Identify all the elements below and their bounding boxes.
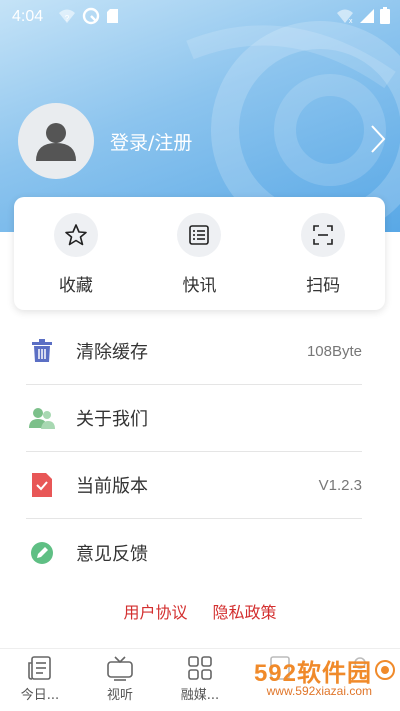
list-icon (189, 225, 210, 245)
status-icons-right: x (336, 7, 390, 24)
menu-item-feedback[interactable]: 意见反馈 (26, 519, 362, 586)
status-bar: 4:04 ? x (0, 0, 400, 34)
tab-label-today: 今日... (20, 688, 60, 703)
menu-label-clear-cache: 清除缓存 (76, 342, 148, 363)
watermark-url: www.592xiazai.com (266, 684, 372, 698)
chevron-right-icon[interactable] (370, 124, 386, 154)
menu-icon-wrap (26, 473, 58, 497)
wifi-off-icon: x (337, 9, 353, 24)
trash-icon (32, 339, 52, 362)
quick-action-favorites[interactable]: 收藏 (31, 213, 121, 296)
version-value: V1.2.3 (318, 476, 362, 494)
battery-icon (380, 7, 390, 24)
vpn-icon (82, 7, 100, 25)
avatar[interactable] (18, 103, 94, 179)
tab-audio-video[interactable]: 视听 (80, 649, 160, 711)
news-flash-label: 快讯 (182, 276, 217, 296)
signal-icon (360, 8, 374, 23)
scan-label: 扫码 (306, 276, 341, 296)
menu-item-current-version[interactable]: 当前版本 V1.2.3 (26, 452, 362, 519)
watermark-brand: 592软件园 (253, 660, 372, 687)
menu-label-feedback: 意见反馈 (76, 543, 148, 565)
watermark: 592软件园 www.592xiazai.com (226, 649, 396, 707)
menu-item-about-us[interactable]: 关于我们 (26, 385, 362, 452)
menu-icon-wrap (26, 541, 58, 564)
cache-size-value: 108Byte (306, 342, 362, 360)
tab-label-audio-video: 视听 (106, 688, 133, 703)
svg-text:?: ? (65, 14, 70, 23)
quick-action-scan[interactable]: 扫码 (278, 213, 368, 296)
favorites-icon-circle (53, 213, 98, 257)
star-icon (65, 224, 87, 246)
users-icon (29, 408, 55, 429)
grid-icon (188, 656, 212, 680)
tv-icon (107, 656, 133, 681)
quick-action-news-flash[interactable]: 快讯 (154, 213, 244, 296)
tab-label-media: 融媒... (180, 688, 220, 703)
document-check-icon (32, 473, 52, 497)
scan-icon-circle (301, 213, 346, 257)
login-register-link[interactable]: 登录/注册 (110, 128, 388, 155)
scan-icon (313, 225, 333, 245)
pencil-icon (31, 541, 53, 564)
svg-text:x: x (349, 18, 353, 24)
user-placeholder-icon (36, 123, 76, 161)
menu-label-current-version: 当前版本 (76, 476, 148, 497)
settings-menu: 清除缓存 108Byte 关于我们 当前版本 V1.2.3 意见反馈 (26, 318, 362, 586)
status-icons-left: ? (58, 7, 119, 25)
sd-card-icon (107, 9, 118, 23)
privacy-policy-link[interactable]: 隐私政策 (213, 603, 277, 622)
menu-icon-wrap (26, 339, 58, 363)
menu-item-clear-cache[interactable]: 清除缓存 108Byte (26, 318, 362, 385)
newspaper-icon (28, 656, 51, 680)
favorites-label: 收藏 (58, 276, 93, 296)
news-flash-icon-circle (177, 213, 222, 257)
watermark-logo-icon (375, 660, 395, 680)
profile-header[interactable]: 登录/注册 (18, 102, 388, 180)
policy-links: 用户协议 隐私政策 (0, 599, 400, 623)
menu-label-about-us: 关于我们 (76, 409, 148, 430)
menu-icon-wrap (26, 406, 58, 430)
tab-today[interactable]: 今日... (0, 649, 80, 711)
user-agreement-link[interactable]: 用户协议 (123, 603, 187, 622)
wifi-question-icon: ? (59, 9, 75, 23)
quick-actions-card: 收藏 快讯 扫码 (14, 197, 385, 310)
status-time: 4:04 (12, 8, 44, 25)
